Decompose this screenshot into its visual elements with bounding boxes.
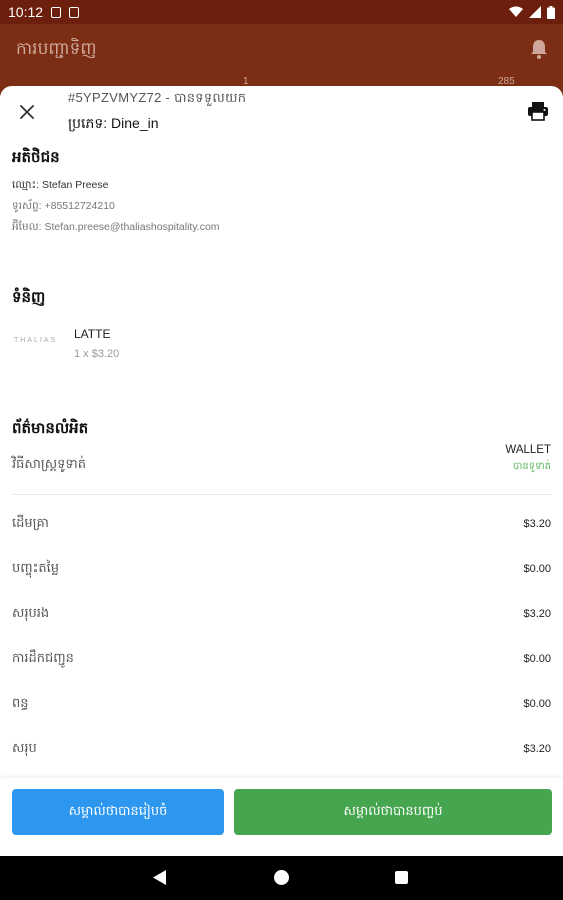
summary-row-subtotal: សរុបរង $3.20 [12,603,551,625]
notification-bell-icon[interactable] [529,38,549,60]
summary-label: សរុប [12,740,37,756]
customer-name-line: ឈ្មោះ: Stefan Preese [12,179,108,194]
summary-label: ពន្ធ [12,695,29,711]
payment-method: WALLET [505,444,551,456]
summary-label: បញ្ចុះតម្លៃ [12,560,59,576]
navigation-bar [0,856,563,900]
customer-phone-line: ទូរស័ព្ទ: +85512724210 [12,200,115,215]
battery-icon [547,5,555,19]
summary-row-delivery: ការដឹកជញ្ជូន $0.00 [12,648,551,670]
summary-value: $3.20 [523,743,551,755]
mark-completed-button[interactable]: សម្គាល់ថាបានបញ្ចប់ [234,789,552,835]
signal-icon [529,6,541,18]
customer-section-title: អតិថិជន [12,148,60,166]
summary-value: $0.00 [523,698,551,710]
back-icon[interactable] [153,870,167,885]
customer-email-label: អ៊ីមែល: [12,221,42,233]
sd-card-icon [51,6,62,18]
divider [12,494,551,495]
customer-email: Stefan.preese@thaliashospitality.com [44,221,220,233]
summary-value: $0.00 [523,563,551,575]
summary-value: $3.20 [523,608,551,620]
payment-section-title: ព័ត៌មានលំអិត [12,419,89,437]
product-name: LATTE [74,327,111,341]
sim-icon [69,6,80,18]
print-button[interactable] [527,100,551,124]
customer-phone-label: ទូរស័ព្ទ: [12,200,42,212]
action-bar: សម្គាល់ថាបានរៀបចំ សម្គាល់ថាបានបញ្ចប់ [0,778,563,856]
summary-row-original: ដើមគ្រា $3.20 [12,513,551,535]
summary-value: $0.00 [523,653,551,665]
payment-method-label: វិធីសាស្រ្តទូទាត់ [12,457,87,472]
product-qty-price: 1 x $3.20 [74,348,120,360]
product-thumbnail: THALIAS [14,337,58,344]
products-section-title: ទំនិញ [12,288,46,306]
order-id-status: #5YPZVMYZ72 - បានទទួលយក [68,90,247,105]
payment-status-badge: បានទូទាត់ [512,461,551,472]
status-time: 10:12 [8,4,44,20]
summary-value: $3.20 [523,518,551,530]
customer-name: Stefan Preese [41,179,109,191]
customer-email-line: អ៊ីមែល: Stefan.preese@thaliashospitality… [12,221,220,236]
mark-prepared-button[interactable]: សម្គាល់ថាបានរៀបចំ [12,789,224,835]
home-icon[interactable] [274,870,289,885]
customer-name-label: ឈ្មោះ: [12,179,40,191]
order-type: ប្រភេទ: Dine_in [68,115,159,131]
order-detail-sheet: #5YPZVMYZ72 - បានទទួលយក ប្រភេទ: Dine_in … [0,86,563,856]
summary-label: សរុបរង [12,605,50,621]
wifi-icon [509,6,523,17]
printer-icon [528,102,548,121]
summary-row-discount: បញ្ចុះតម្លៃ $0.00 [12,558,551,580]
close-button[interactable] [14,99,40,125]
customer-phone: +85512724210 [44,200,115,212]
summary-label: ការដឹកជញ្ជូន [12,650,74,666]
status-bar: 10:12 [0,0,563,24]
summary-label: ដើមគ្រា [12,515,49,531]
summary-row-total: សរុប $3.20 [12,738,551,760]
summary-row-tax: ពន្ធ $0.00 [12,693,551,715]
close-icon [20,105,34,119]
app-bar-title: ការបញ្ជាទិញ [16,39,97,59]
recent-apps-icon[interactable] [395,871,408,884]
